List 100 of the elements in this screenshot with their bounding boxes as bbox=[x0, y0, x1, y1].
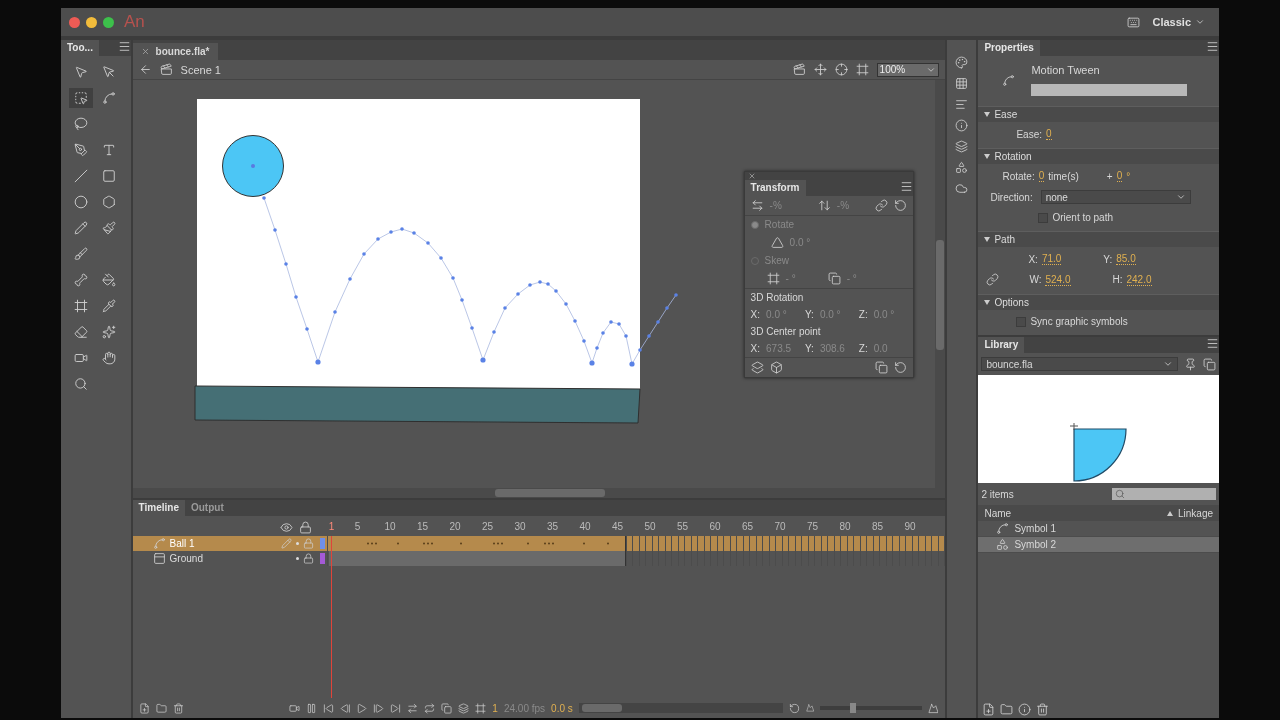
edit-scene-icon[interactable] bbox=[792, 63, 806, 76]
folder-icon[interactable] bbox=[155, 701, 167, 715]
close-icon[interactable] bbox=[747, 172, 756, 180]
section-header[interactable]: Ease bbox=[978, 106, 1219, 122]
link-icon[interactable] bbox=[874, 199, 888, 212]
eye-icon[interactable] bbox=[279, 520, 293, 534]
pin-icon[interactable] bbox=[1184, 357, 1197, 371]
path-value[interactable]: 242.0 bbox=[1126, 273, 1152, 286]
step-back-icon[interactable] bbox=[339, 701, 351, 715]
frame-number: 45 bbox=[612, 521, 624, 532]
sort-icon[interactable] bbox=[1166, 510, 1173, 516]
path-label: X: bbox=[1028, 253, 1038, 265]
reset-icon[interactable] bbox=[788, 701, 800, 715]
tool-button[interactable] bbox=[69, 88, 93, 108]
panel-tab[interactable]: Properties bbox=[978, 40, 1040, 56]
step-forward-icon[interactable] bbox=[373, 701, 385, 715]
scene-label: Scene 1 bbox=[180, 63, 221, 76]
lock-icon[interactable] bbox=[298, 520, 312, 534]
direction-dropdown[interactable]: none bbox=[1040, 190, 1191, 204]
play-icon[interactable] bbox=[356, 701, 368, 715]
first-frame-icon[interactable] bbox=[322, 701, 334, 715]
last-frame-icon[interactable] bbox=[390, 701, 402, 715]
hand-icon bbox=[102, 351, 116, 365]
zoom-thumb[interactable] bbox=[850, 703, 857, 713]
back-icon[interactable] bbox=[138, 63, 152, 76]
layer-row[interactable]: Ball 1 bbox=[132, 536, 945, 551]
reset-icon[interactable] bbox=[893, 199, 907, 212]
horizontal-scrollbar[interactable] bbox=[132, 488, 945, 498]
folder-icon[interactable] bbox=[1000, 702, 1014, 716]
trash-icon[interactable] bbox=[172, 701, 184, 715]
close-icon[interactable] bbox=[69, 16, 80, 28]
duplicate-icon[interactable] bbox=[874, 361, 888, 374]
library-item[interactable]: Symbol 1 bbox=[978, 521, 1219, 537]
column-header[interactable]: Linkage bbox=[1177, 507, 1213, 519]
color-icon[interactable] bbox=[955, 56, 968, 69]
path-label: H: bbox=[1112, 274, 1123, 285]
frame-number: 60 bbox=[709, 521, 721, 532]
library-item[interactable]: Symbol 2 bbox=[978, 537, 1219, 553]
frame-number: 15 bbox=[417, 521, 429, 532]
path-value[interactable]: 524.0 bbox=[1045, 273, 1071, 286]
workspace-menu[interactable]: Classic bbox=[1146, 14, 1211, 30]
zoom-field[interactable]: 100% bbox=[876, 62, 939, 77]
frame-number: 90 bbox=[904, 521, 916, 532]
column-header[interactable]: Name bbox=[984, 507, 1012, 519]
section-header[interactable]: Path bbox=[978, 231, 1219, 247]
document-tab[interactable]: bounce.fla* bbox=[132, 43, 218, 60]
grid-icon[interactable] bbox=[955, 77, 968, 90]
search-icon bbox=[1115, 489, 1125, 499]
onion-skin-icon[interactable] bbox=[441, 701, 453, 715]
path-value[interactable]: 71.0 bbox=[1041, 253, 1062, 265]
timeline-tab[interactable]: Output bbox=[185, 500, 230, 516]
lock-icon[interactable] bbox=[302, 553, 314, 564]
menu-icon[interactable] bbox=[1206, 40, 1219, 53]
chevron-icon[interactable] bbox=[1175, 192, 1186, 202]
workspace-icon[interactable] bbox=[1127, 15, 1141, 29]
frame-field[interactable]: 1 bbox=[492, 702, 498, 714]
instance-name-field[interactable] bbox=[1031, 84, 1188, 96]
menu-icon[interactable] bbox=[1206, 337, 1219, 350]
info-icon[interactable] bbox=[1018, 702, 1032, 716]
path-value[interactable]: 85.0 bbox=[1116, 253, 1136, 265]
close-icon[interactable] bbox=[140, 47, 150, 56]
onion-outline-icon[interactable] bbox=[458, 701, 470, 715]
chevron-icon[interactable] bbox=[1163, 359, 1173, 369]
reset-icon[interactable] bbox=[893, 361, 907, 374]
timeline-tab[interactable]: Timeline bbox=[132, 500, 185, 516]
section-header[interactable]: Rotation bbox=[978, 148, 1219, 164]
section-header[interactable]: Options bbox=[978, 294, 1219, 310]
zoom-icon[interactable] bbox=[103, 16, 114, 28]
ease-value[interactable]: 0 bbox=[1046, 128, 1052, 140]
scale-height-value: -% bbox=[836, 200, 850, 211]
cloud-icon[interactable] bbox=[955, 182, 968, 195]
library-dropdown[interactable]: bounce.fla bbox=[981, 357, 1178, 371]
shapes-icon[interactable] bbox=[955, 161, 968, 174]
align-icon[interactable] bbox=[955, 98, 968, 111]
time-field[interactable]: 0.0 s bbox=[551, 702, 573, 714]
panel-tab[interactable]: Too... bbox=[61, 40, 99, 56]
visibility-dot[interactable] bbox=[295, 557, 299, 560]
new-layer-icon[interactable] bbox=[138, 701, 150, 715]
chevron-icon[interactable] bbox=[1195, 17, 1205, 27]
rotate-degrees[interactable]: 0 bbox=[1116, 170, 1123, 182]
info-icon[interactable] bbox=[955, 119, 968, 132]
center-stage-icon[interactable] bbox=[834, 63, 848, 76]
minimize-icon[interactable] bbox=[86, 16, 97, 28]
timeline-scrollbar[interactable] bbox=[578, 703, 783, 713]
axis-label: X: bbox=[750, 309, 761, 320]
axis-label: Z: bbox=[858, 343, 868, 354]
menu-icon[interactable] bbox=[117, 40, 131, 53]
rotate-count[interactable]: 0 bbox=[1038, 170, 1045, 182]
panel-tab[interactable]: Library bbox=[978, 337, 1025, 353]
menu-icon[interactable] bbox=[899, 180, 913, 193]
search-field[interactable] bbox=[1112, 488, 1216, 500]
new-symbol-icon[interactable] bbox=[982, 702, 996, 716]
loop-icon[interactable] bbox=[424, 701, 436, 715]
trash-icon[interactable] bbox=[1036, 702, 1050, 716]
vertical-scrollbar[interactable] bbox=[934, 80, 945, 488]
stack-icon[interactable] bbox=[955, 140, 968, 153]
orient-label: Orient to path bbox=[1052, 212, 1113, 223]
link-icon[interactable] bbox=[986, 273, 1000, 286]
visibility-dot[interactable] bbox=[295, 542, 299, 545]
pause-icon[interactable] bbox=[305, 701, 317, 715]
